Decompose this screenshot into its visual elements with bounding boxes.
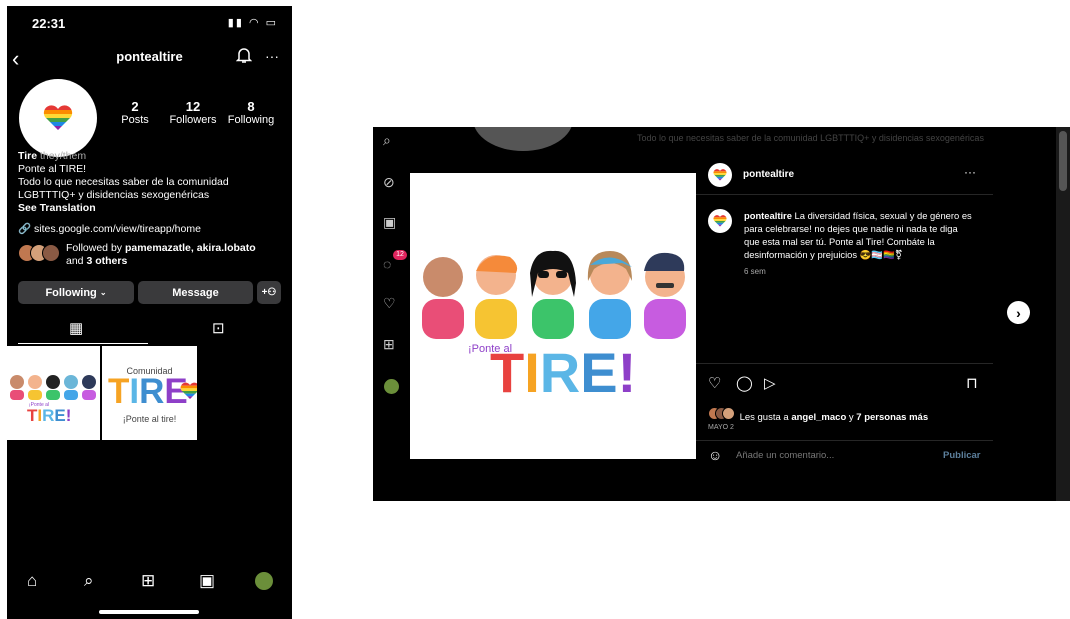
comment-icon[interactable]: ◯ — [736, 374, 753, 392]
stat-following[interactable]: 8 Following — [226, 99, 276, 126]
author-username[interactable]: pontealtire — [743, 169, 794, 180]
author-avatar[interactable] — [708, 163, 732, 187]
publish-button[interactable]: Publicar — [943, 450, 981, 461]
rainbow-heart-icon — [713, 169, 727, 181]
profile-link[interactable]: 🔗 sites.google.com/view/tireapp/home — [18, 222, 201, 235]
tire-logo: TIRE — [108, 372, 188, 411]
more-options-icon[interactable]: ··· — [964, 165, 976, 179]
post-caption: pontealtire La diversidad física, sexual… — [744, 209, 974, 261]
tire-logo: TIRE! — [27, 406, 72, 425]
scrollbar-thumb[interactable] — [1059, 131, 1067, 191]
bio-name: Tire — [18, 150, 38, 162]
profile-avatar-nav[interactable] — [384, 379, 399, 394]
grid-icon[interactable]: ▦ — [69, 319, 83, 337]
caption-avatar[interactable] — [708, 209, 732, 233]
divider — [696, 194, 993, 195]
emoji-icon[interactable]: ☺ — [708, 447, 722, 463]
profile-avatar-nav[interactable] — [255, 572, 273, 590]
comment-input[interactable]: Añade un comentario... — [736, 450, 834, 461]
search-icon[interactable]: ⌕ — [84, 571, 94, 591]
heart-icon[interactable]: ♡ — [383, 295, 396, 312]
tire-logo: TIRE! — [490, 341, 637, 404]
reels-icon[interactable]: ▣ — [199, 571, 215, 591]
tagged-icon[interactable]: ⊡ — [212, 319, 225, 337]
post-date: MAYO 2 — [708, 424, 734, 431]
post-image[interactable]: ¡Ponte al TIRE! — [410, 173, 696, 459]
likes-summary[interactable]: Les gusta a angel_maco y 7 personas más — [708, 407, 928, 423]
followed-by[interactable]: Followed by pamemazatle, akira.lobato an… — [18, 242, 256, 268]
caption-username[interactable]: pontealtire — [744, 210, 792, 221]
more-options-icon[interactable]: ··· — [265, 48, 279, 64]
avatar — [722, 407, 735, 420]
bell-icon[interactable] — [235, 46, 253, 69]
post-thumbnail[interactable]: Comunidad TIRE ¡Ponte al tire! — [102, 346, 197, 440]
bio-pronouns: they/them — [40, 150, 87, 162]
status-time: 22:31 — [32, 16, 66, 31]
new-post-icon[interactable]: ⊞ — [141, 571, 155, 591]
bio-line: Ponte al TIRE! — [18, 163, 87, 175]
link-icon: 🔗 — [18, 223, 32, 235]
next-post-button[interactable]: › — [1007, 301, 1030, 324]
save-icon[interactable]: ⊓ — [966, 374, 978, 392]
add-user-button[interactable]: +⚇ — [257, 281, 281, 304]
explore-icon[interactable]: ⊘ — [383, 174, 395, 191]
like-icon[interactable]: ♡ — [708, 374, 721, 392]
add-user-icon: +⚇ — [261, 287, 277, 298]
divider — [696, 440, 993, 441]
stat-posts[interactable]: 2 Posts — [119, 99, 151, 126]
rainbow-heart-icon — [43, 105, 73, 130]
message-button[interactable]: Message — [138, 281, 253, 304]
profile-avatar[interactable] — [19, 79, 97, 157]
home-icon[interactable]: ⌂ — [27, 571, 37, 591]
rainbow-heart-icon — [713, 215, 727, 227]
avatar — [42, 244, 60, 262]
post-time: 6 sem — [744, 267, 766, 276]
active-tab-indicator — [18, 343, 148, 344]
following-button[interactable]: Following ⌄ — [18, 281, 134, 304]
desktop-screenshot: Todo lo que necesitas saber de la comuni… — [373, 127, 1070, 501]
background-bio: Todo lo que necesitas saber de la comuni… — [637, 133, 984, 143]
divider — [696, 363, 993, 364]
stat-followers[interactable]: 12 Followers — [169, 99, 217, 126]
create-icon[interactable]: ⊞ — [383, 336, 395, 353]
chevron-down-icon: ⌄ — [99, 288, 107, 297]
rainbow-heart-icon — [180, 382, 197, 399]
see-translation-link[interactable]: See Translation — [18, 202, 288, 215]
background-avatar — [473, 127, 573, 151]
liker-avatars — [708, 407, 735, 423]
profile-bio: Tire they/them Ponte al TIRE! Todo lo qu… — [18, 150, 288, 215]
search-icon[interactable]: ⌕ — [383, 132, 391, 149]
post-details-panel: pontealtire ··· pontealtire La diversida… — [696, 157, 993, 501]
notification-badge: 12 — [393, 250, 407, 260]
home-indicator — [99, 610, 199, 614]
profile-link-text: sites.google.com/view/tireapp/home — [34, 223, 201, 235]
phone-screenshot: 22:31 ▮▮ ◠ ▭ ‹ pontealtire ··· 2 Posts 12… — [7, 6, 292, 619]
bio-line: Todo lo que necesitas saber de la comuni… — [18, 176, 229, 188]
follower-avatars — [18, 242, 60, 266]
messenger-icon[interactable]: ◌ — [383, 256, 391, 272]
reels-icon[interactable]: ▣ — [383, 214, 396, 231]
bio-line: LGBTTTIQ+ y disidencias sexogenéricas — [18, 189, 210, 201]
characters-illustration — [10, 375, 96, 400]
post-thumbnail[interactable]: ¡Ponte al TIRE! — [7, 346, 100, 440]
status-icons: ▮▮ ◠ ▭ — [227, 17, 278, 29]
share-icon[interactable]: ▷ — [764, 374, 776, 392]
